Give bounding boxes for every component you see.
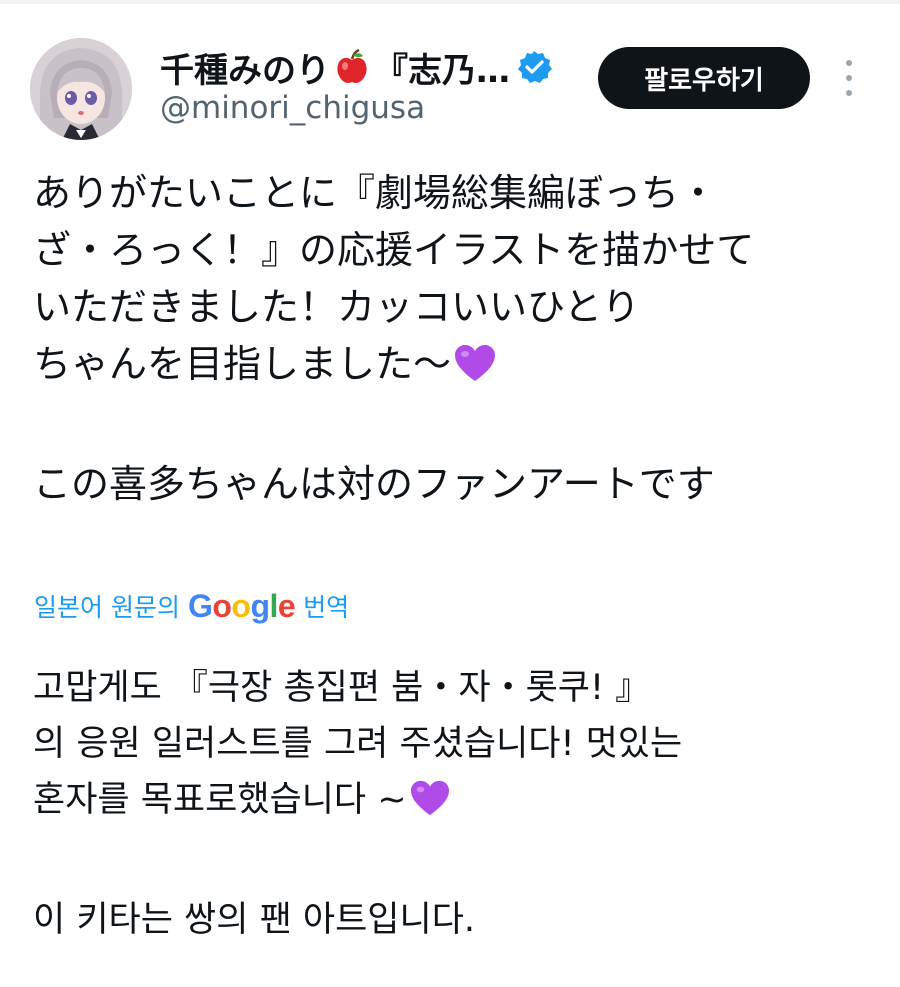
translation-attribution[interactable]: 일본어 원문의 Google 번역 <box>34 584 349 628</box>
top-divider <box>0 0 900 4</box>
translation-prefix[interactable]: 일본어 원문의 <box>34 588 180 624</box>
translation-suffix[interactable]: 번역 <box>303 588 349 624</box>
author-name-row[interactable]: 千種みのり 『志乃… <box>160 43 552 92</box>
author-display-name-suffix[interactable]: 『志乃… <box>374 43 510 92</box>
translated-paragraph-2: 이 키타는 쌍의 팬 아트입니다. <box>33 900 476 940</box>
avatar[interactable] <box>30 38 132 140</box>
apple-icon <box>332 47 372 87</box>
more-dot <box>846 90 852 96</box>
more-dot <box>846 60 852 66</box>
verified-badge-icon <box>516 49 552 85</box>
translated-paragraph-1: 고맙게도 『극장 총집편 붐・자・롯쿠! 』 의 응원 일러스트를 그려 주셨습… <box>33 668 683 820</box>
translated-body: 고맙게도 『극장 총집편 붐・자・롯쿠! 』 의 응원 일러스트를 그려 주셨습… <box>33 660 883 834</box>
tweet-paragraph-2: この喜多ちゃんは対のファンアートです <box>33 462 715 506</box>
more-dot <box>846 75 852 81</box>
more-vertical-icon[interactable] <box>838 60 860 96</box>
follow-button[interactable]: 팔로우하기 <box>598 47 810 109</box>
tweet-body: ありがたいことに『劇場総集編ぼっち・ ざ・ろっく！』の応援イラストを描かせて い… <box>33 165 883 513</box>
purple-heart-icon <box>453 342 497 399</box>
author-display-name[interactable]: 千種みのり <box>160 43 330 92</box>
purple-heart-icon <box>409 778 451 834</box>
author-handle[interactable]: @minori_chigusa <box>160 90 425 126</box>
tweet-paragraph-1: ありがたいことに『劇場総集編ぼっち・ ざ・ろっく！』の応援イラストを描かせて い… <box>33 171 755 386</box>
google-logo: Google <box>187 587 296 624</box>
